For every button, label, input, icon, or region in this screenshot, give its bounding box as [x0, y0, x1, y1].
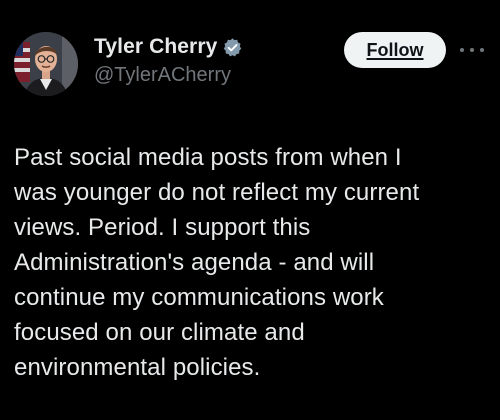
display-name[interactable]: Tyler Cherry [94, 35, 217, 59]
more-options-icon[interactable] [460, 40, 484, 60]
tweet-header: Tyler Cherry @TylerACherry Follow [14, 28, 486, 104]
author-handle[interactable]: @TylerACherry [94, 64, 334, 87]
tweet-text: Past social media posts from when I was … [14, 144, 420, 381]
tweet-card: Tyler Cherry @TylerACherry Follow Past s… [0, 0, 500, 420]
author-names: Tyler Cherry @TylerACherry [94, 32, 334, 87]
avatar-image [14, 32, 78, 96]
verified-badge-icon[interactable] [222, 37, 243, 58]
dot [470, 48, 474, 52]
dot [460, 48, 464, 52]
dot [480, 48, 484, 52]
display-name-row: Tyler Cherry [94, 32, 334, 62]
follow-button[interactable]: Follow [344, 32, 446, 68]
avatar[interactable] [14, 32, 78, 96]
